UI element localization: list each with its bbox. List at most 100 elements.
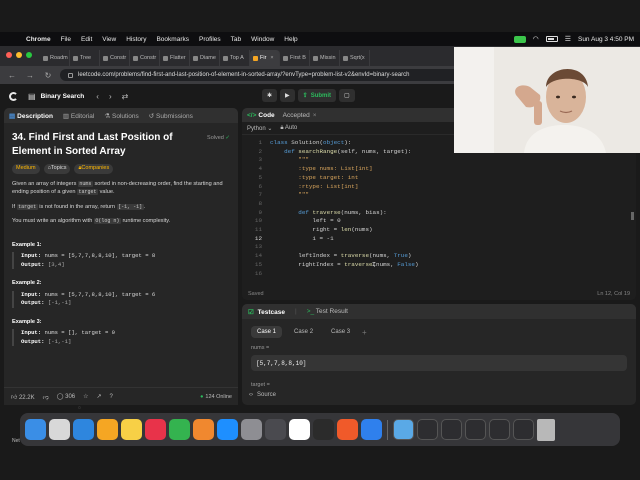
tab-code[interactable]: </> Code — [247, 112, 275, 119]
dock-settings-icon[interactable] — [241, 419, 262, 440]
tab-test-result[interactable]: >_ Test Result — [307, 308, 348, 315]
back-icon[interactable]: ← — [6, 71, 18, 80]
minimize-window-icon[interactable] — [16, 52, 22, 58]
favorite-icon[interactable]: ☆ — [83, 393, 88, 400]
dock-launchpad-icon[interactable] — [49, 419, 70, 440]
source-toggle[interactable]: ‹› Source — [249, 392, 276, 398]
tab-description[interactable]: ▤ Description — [9, 112, 53, 120]
add-case-icon[interactable]: + — [362, 328, 367, 337]
problem-title[interactable]: 34. Find First and Last Position of Elem… — [12, 131, 192, 158]
browser-tab[interactable]: Flatter — [160, 50, 190, 66]
menubar-clock[interactable]: Sun Aug 3 4:50 PM — [578, 36, 634, 43]
browser-tab[interactable]: Diame — [190, 50, 220, 66]
browser-tab[interactable]: Sqrt(x — [340, 50, 370, 66]
forward-icon[interactable]: → — [24, 71, 36, 80]
dock-chrome-icon[interactable] — [289, 419, 310, 440]
tab-testcase[interactable]: ☑ Testcase — [248, 308, 285, 316]
menu-view[interactable]: View — [102, 36, 116, 43]
menu-file[interactable]: File — [61, 36, 71, 43]
site-info-icon[interactable] — [68, 72, 73, 78]
help-icon[interactable]: ? — [110, 394, 113, 400]
code-line[interactable]: 3 """ — [242, 156, 636, 165]
code-line[interactable]: 9 def traverse(nums, bias): — [242, 209, 636, 218]
code-line[interactable]: 10 left = 0 — [242, 217, 636, 226]
prev-problem-icon[interactable]: ‹ — [96, 92, 99, 101]
browser-tab[interactable]: Missin — [310, 50, 340, 66]
notes-button[interactable]: ▢ — [339, 89, 355, 102]
companies-badge[interactable]: 🔒︎ Companies — [74, 164, 114, 174]
topics-badge[interactable]: ⌂ Topics — [43, 164, 71, 174]
code-line[interactable]: 15 rightIndex = traverse(nums, False) — [242, 261, 636, 270]
menu-profiles[interactable]: Profiles — [199, 36, 221, 43]
dock-photos-icon[interactable] — [97, 419, 118, 440]
code-line[interactable]: 5 :type target: int — [242, 174, 636, 183]
dock-downloads-folder-icon[interactable] — [393, 419, 414, 440]
leetcode-logo-icon[interactable] — [9, 91, 18, 101]
tab-submissions[interactable]: ↺ Submissions — [149, 112, 193, 120]
menu-history[interactable]: History — [126, 36, 146, 43]
tab-accepted[interactable]: Accepted × — [283, 112, 317, 119]
dock-app-store-icon[interactable] — [217, 419, 238, 440]
tab-editorial[interactable]: ▥ Editorial — [63, 112, 94, 120]
like-button[interactable]: 👍︎ 22.2K — [11, 393, 35, 401]
dock-recent-window-2-icon[interactable] — [441, 419, 462, 440]
battery-icon[interactable] — [545, 36, 558, 42]
code-line[interactable]: 12 i = -1 — [242, 235, 636, 244]
code-line[interactable]: 7 """ — [242, 191, 636, 200]
code-line[interactable]: 11 right = len(nums) — [242, 226, 636, 235]
menu-tab[interactable]: Tab — [231, 36, 241, 43]
menu-window[interactable]: Window — [251, 36, 274, 43]
dock-notes-icon[interactable] — [121, 419, 142, 440]
comments-button[interactable]: ◯ 306 — [57, 393, 75, 400]
editor-scrollbar[interactable] — [631, 212, 634, 220]
dock-recent-window-4-icon[interactable] — [489, 419, 510, 440]
code-editor[interactable]: 1 class Solution(object): 2 def searchRang… — [242, 135, 636, 278]
language-selector[interactable]: Python ⌄ — [247, 125, 272, 132]
close-icon[interactable]: × — [313, 112, 317, 119]
menu-app-name[interactable]: Chrome — [26, 36, 51, 43]
shuffle-icon[interactable]: ⇄ — [122, 92, 129, 101]
menu-help[interactable]: Help — [284, 36, 297, 43]
dock-quicktime-icon[interactable] — [265, 419, 286, 440]
address-bar[interactable]: leetcode.com/problems/find-first-and-las… — [60, 69, 480, 81]
dock-recent-window-3-icon[interactable] — [465, 419, 486, 440]
browser-tab[interactable]: Constr — [100, 50, 130, 66]
code-line[interactable]: 4 :type nums: List[int] — [242, 165, 636, 174]
dislike-button[interactable]: 👎︎ — [43, 393, 49, 401]
code-line[interactable]: 6 :rtype: List[int] — [242, 183, 636, 192]
dock-news-icon[interactable] — [145, 419, 166, 440]
code-line[interactable]: 14 leftIndex = traverse(nums, True) — [242, 252, 636, 261]
dock-finder-icon[interactable] — [25, 419, 46, 440]
control-center-icon[interactable]: ☰ — [565, 35, 571, 43]
dock-safari-icon[interactable] — [73, 419, 94, 440]
browser-tab[interactable]: Constr — [130, 50, 160, 66]
dock-recent-window-1-icon[interactable] — [417, 419, 438, 440]
browser-tab[interactable]: Tree — [70, 50, 100, 66]
dock-vscode-icon[interactable] — [361, 419, 382, 440]
case-tab-3[interactable]: Case 3 — [325, 326, 356, 338]
case-tab-1[interactable]: Case 1 — [251, 326, 283, 338]
run-button[interactable]: ▶ — [280, 89, 295, 102]
code-line[interactable]: 13 — [242, 243, 636, 252]
code-line[interactable]: 8 — [242, 200, 636, 209]
browser-tab-active[interactable]: Fir × — [250, 50, 280, 66]
recording-indicator-icon[interactable] — [513, 35, 526, 43]
browser-tab[interactable]: First B — [280, 50, 310, 66]
zoom-window-icon[interactable] — [26, 52, 32, 58]
case-tab-2[interactable]: Case 2 — [288, 326, 319, 338]
autocomplete-toggle[interactable]: 🔒︎ Auto — [280, 125, 297, 132]
dock-numbers-icon[interactable] — [169, 419, 190, 440]
dock-trash-icon[interactable] — [537, 418, 555, 441]
browser-tab[interactable]: Roadm — [40, 50, 70, 66]
wifi-icon[interactable]: ◠ — [533, 35, 539, 43]
code-line[interactable]: 16 — [242, 270, 636, 279]
close-window-icon[interactable] — [6, 52, 12, 58]
reload-icon[interactable]: ↻ — [42, 71, 54, 80]
nums-input[interactable]: [5,7,7,8,8,10] — [251, 355, 627, 371]
dock-terminal-icon[interactable] — [313, 419, 334, 440]
menu-edit[interactable]: Edit — [81, 36, 92, 43]
debug-button[interactable]: ✱ — [262, 89, 278, 102]
problem-list-icon[interactable]: ▤ — [28, 92, 36, 101]
browser-tab[interactable]: Top A — [220, 50, 250, 66]
dock-brave-icon[interactable] — [337, 419, 358, 440]
